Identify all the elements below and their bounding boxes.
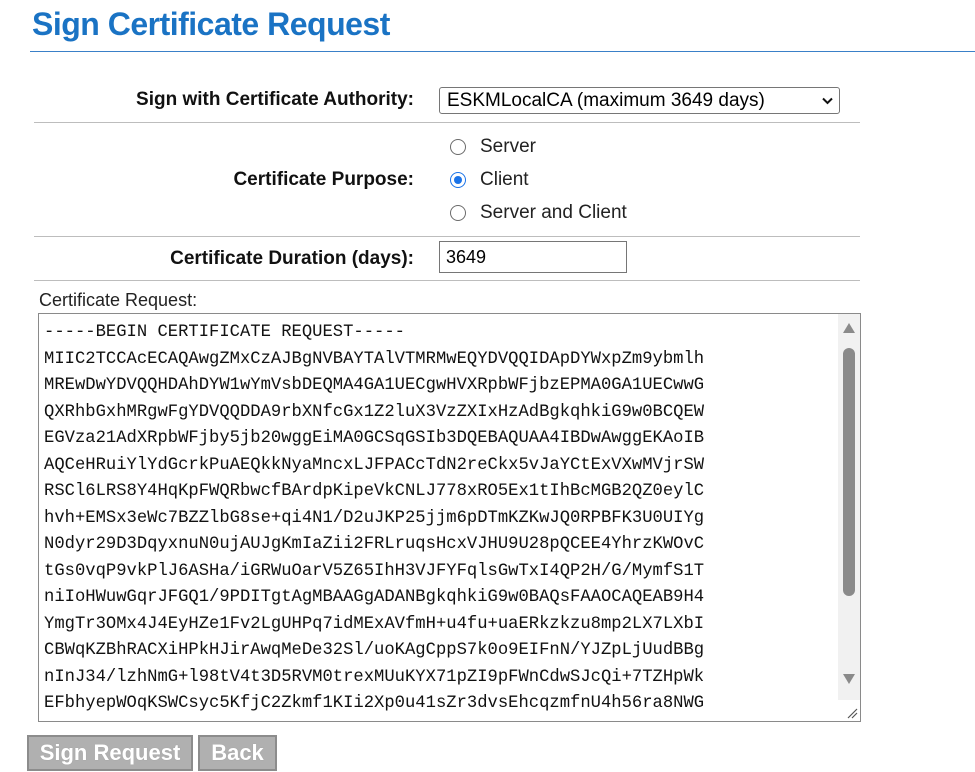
purpose-option-client[interactable]: Client [450, 168, 529, 192]
row-divider [34, 122, 860, 123]
sign-request-button[interactable]: Sign Request [27, 735, 193, 771]
resize-grip-icon[interactable] [844, 705, 858, 719]
radio-label-server-and-client: Server and Client [480, 202, 627, 223]
ca-label: Sign with Certificate Authority: [136, 89, 414, 110]
request-textarea[interactable]: -----BEGIN CERTIFICATE REQUEST----- MIIC… [38, 313, 861, 722]
request-text[interactable]: -----BEGIN CERTIFICATE REQUEST----- MIIC… [44, 320, 839, 720]
duration-label: Certificate Duration (days): [170, 248, 414, 269]
scroll-down-arrow-icon[interactable] [842, 673, 856, 685]
title-divider [30, 51, 975, 52]
textarea-scrollbar[interactable] [838, 314, 860, 700]
radio-label-server: Server [480, 136, 536, 157]
radio-server-and-client[interactable] [450, 205, 466, 221]
back-button[interactable]: Back [198, 735, 277, 771]
radio-server[interactable] [450, 139, 466, 155]
row-divider [34, 280, 860, 281]
duration-input[interactable] [439, 241, 627, 273]
request-label: Certificate Request: [39, 290, 198, 310]
ca-select-value: ESKMLocalCA (maximum 3649 days) [447, 90, 765, 111]
radio-label-client: Client [480, 169, 529, 190]
ca-select[interactable]: ESKMLocalCA (maximum 3649 days) [439, 87, 840, 114]
purpose-option-server[interactable]: Server [450, 135, 536, 159]
purpose-option-server-and-client[interactable]: Server and Client [450, 201, 627, 225]
purpose-label: Certificate Purpose: [233, 169, 414, 190]
scroll-thumb[interactable] [843, 348, 855, 596]
radio-client[interactable] [450, 172, 466, 188]
row-divider [34, 236, 860, 237]
chevron-down-icon [822, 97, 833, 105]
scroll-up-arrow-icon[interactable] [842, 322, 856, 334]
page-title: Sign Certificate Request [32, 6, 390, 42]
